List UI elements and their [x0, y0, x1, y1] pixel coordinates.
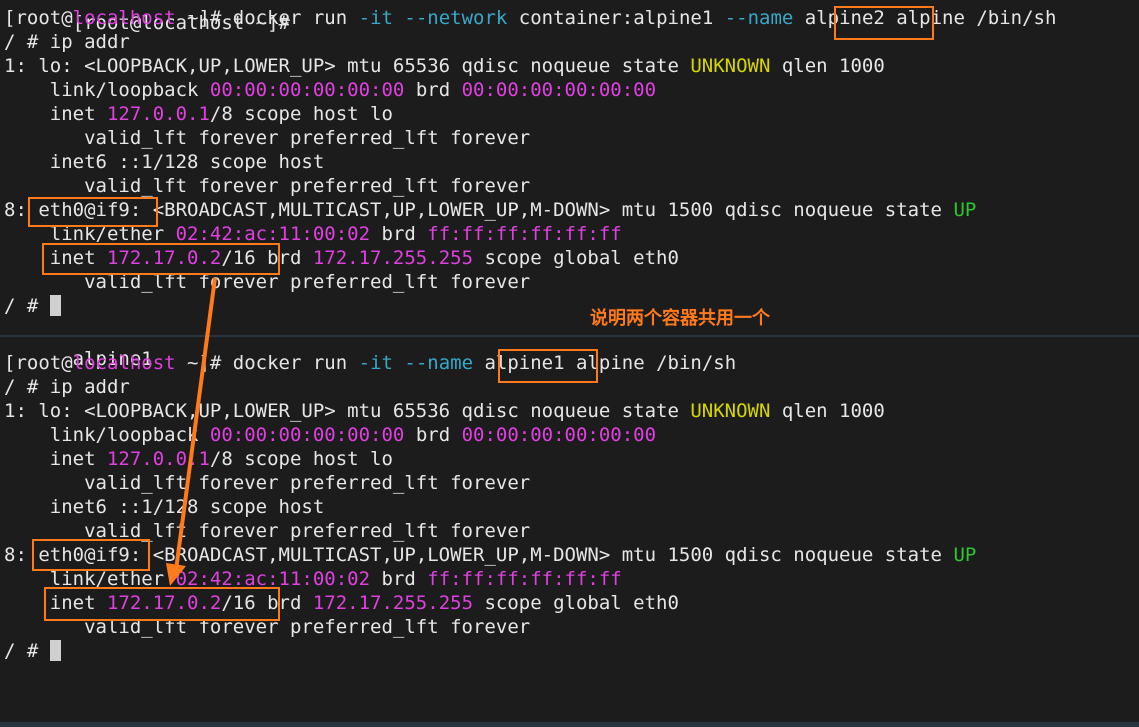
highlight-top-eth0-interface [28, 197, 158, 227]
terminal-text: inet [4, 103, 107, 125]
terminal-text: brd [404, 424, 462, 446]
terminal-line: valid_lft forever preferred_lft forever [4, 174, 530, 198]
terminal-text: qlen 1000 [770, 55, 885, 77]
terminal-line: / # [4, 294, 61, 318]
highlight-top-inet-address [42, 243, 280, 275]
terminal-text: [root@ [4, 352, 73, 374]
bottom-terminal-pane[interactable]: alpine1 [root@localhost ~]# docker run -… [0, 335, 1139, 727]
window-bottom-edge [0, 722, 1139, 727]
partial-output-line: alpine1 [72, 348, 153, 370]
terminal-text: 00:00:00:00:00:00 [209, 424, 405, 446]
terminal-text: inet [4, 448, 107, 470]
terminal-text: 172.17.255.255 [312, 592, 474, 614]
highlight-bottom-eth0-interface [32, 539, 150, 571]
terminal-line: valid_lft forever preferred_lft forever [4, 471, 530, 495]
terminal-text: 172.17.255.255 [312, 247, 474, 269]
terminal-text: -it [358, 7, 393, 29]
highlight-bottom-inet-address [44, 587, 280, 621]
terminal-text: link/loopback [4, 79, 210, 101]
terminal-line: / # ip addr [4, 375, 130, 399]
terminal-text: / # [4, 640, 50, 662]
terminal-text: /8 scope host lo [209, 103, 393, 125]
terminal-line: inet6 ::1/128 scope host [4, 495, 325, 519]
terminal-line: link/loopback 00:00:00:00:00:00 brd 00:0… [4, 423, 656, 447]
terminal-text: 00:00:00:00:00:00 [461, 79, 657, 101]
cursor-block [49, 295, 61, 316]
terminal-text: localhost [72, 7, 176, 29]
terminal-text: container:alpine1 [507, 7, 725, 29]
terminal-text: localhost [72, 352, 176, 374]
terminal-line: [root@localhost ~]# docker run -it --nam… [4, 351, 736, 375]
terminal-line: / # ip addr [4, 30, 130, 54]
highlight-alpine2-name [834, 6, 934, 40]
terminal-text: / # ip addr [4, 376, 130, 398]
terminal-text: scope global eth0 [473, 592, 679, 614]
terminal-text: link/loopback [4, 424, 210, 446]
terminal-text: UNKNOWN [690, 400, 771, 422]
terminal-text: brd [370, 223, 428, 245]
terminal-screenshot: [root@localhost ~]# [root@localhost ~]# … [0, 0, 1139, 727]
terminal-text: 00:00:00:00:00:00 [209, 79, 405, 101]
terminal-text: brd [404, 79, 462, 101]
terminal-line: 1: lo: <LOOPBACK,UP,LOWER_UP> mtu 65536 … [4, 54, 885, 78]
terminal-text: 1: lo: <LOOPBACK,UP,LOWER_UP> mtu 65536 … [4, 400, 691, 422]
highlight-alpine1-name [498, 349, 598, 383]
terminal-line: inet 127.0.0.1/8 scope host lo [4, 102, 393, 126]
terminal-line: inet 127.0.0.1/8 scope host lo [4, 447, 393, 471]
terminal-line: link/loopback 00:00:00:00:00:00 brd 00:0… [4, 78, 656, 102]
terminal-text: UP [953, 199, 977, 221]
terminal-text: 127.0.0.1 [106, 103, 210, 125]
terminal-text: --network [404, 7, 508, 29]
terminal-line: / # [4, 639, 61, 663]
terminal-text: brd [370, 568, 428, 590]
terminal-line: valid_lft forever preferred_lft forever [4, 126, 530, 150]
terminal-text: UNKNOWN [690, 55, 771, 77]
terminal-text: --name [724, 7, 794, 29]
terminal-text: / # [4, 295, 50, 317]
top-terminal-pane[interactable]: [root@localhost ~]# [root@localhost ~]# … [0, 0, 1139, 335]
terminal-text: / # ip addr [4, 31, 130, 53]
terminal-text: --name [404, 352, 474, 374]
terminal-text: [root@ [4, 7, 73, 29]
terminal-text: ~]# docker run [175, 352, 359, 374]
terminal-line: 1: lo: <LOOPBACK,UP,LOWER_UP> mtu 65536 … [4, 399, 885, 423]
terminal-text: 1: lo: <LOOPBACK,UP,LOWER_UP> mtu 65536 … [4, 55, 691, 77]
terminal-text: scope global eth0 [473, 247, 679, 269]
cursor-block [49, 640, 61, 661]
terminal-text: valid_lft forever preferred_lft forever [4, 175, 531, 197]
terminal-text: valid_lft forever preferred_lft forever [4, 472, 531, 494]
terminal-text: -it [358, 352, 393, 374]
terminal-text: 00:00:00:00:00:00 [461, 424, 657, 446]
terminal-text: 02:42:ac:11:00:02 [175, 223, 371, 245]
terminal-text: ff:ff:ff:ff:ff:ff [427, 223, 622, 245]
terminal-line: inet6 ::1/128 scope host [4, 150, 325, 174]
terminal-text: ff:ff:ff:ff:ff:ff [427, 568, 622, 590]
terminal-text: /8 scope host lo [209, 448, 393, 470]
terminal-text: UP [953, 544, 977, 566]
terminal-text: ~]# docker run [175, 7, 359, 29]
terminal-text: inet6 ::1/128 scope host [4, 496, 325, 518]
annotation-note: 说明两个容器共用一个 [590, 308, 770, 329]
terminal-text: 127.0.0.1 [106, 448, 210, 470]
terminal-text: valid_lft forever preferred_lft forever [4, 127, 531, 149]
terminal-text: qlen 1000 [770, 400, 885, 422]
terminal-text: inet6 ::1/128 scope host [4, 151, 325, 173]
